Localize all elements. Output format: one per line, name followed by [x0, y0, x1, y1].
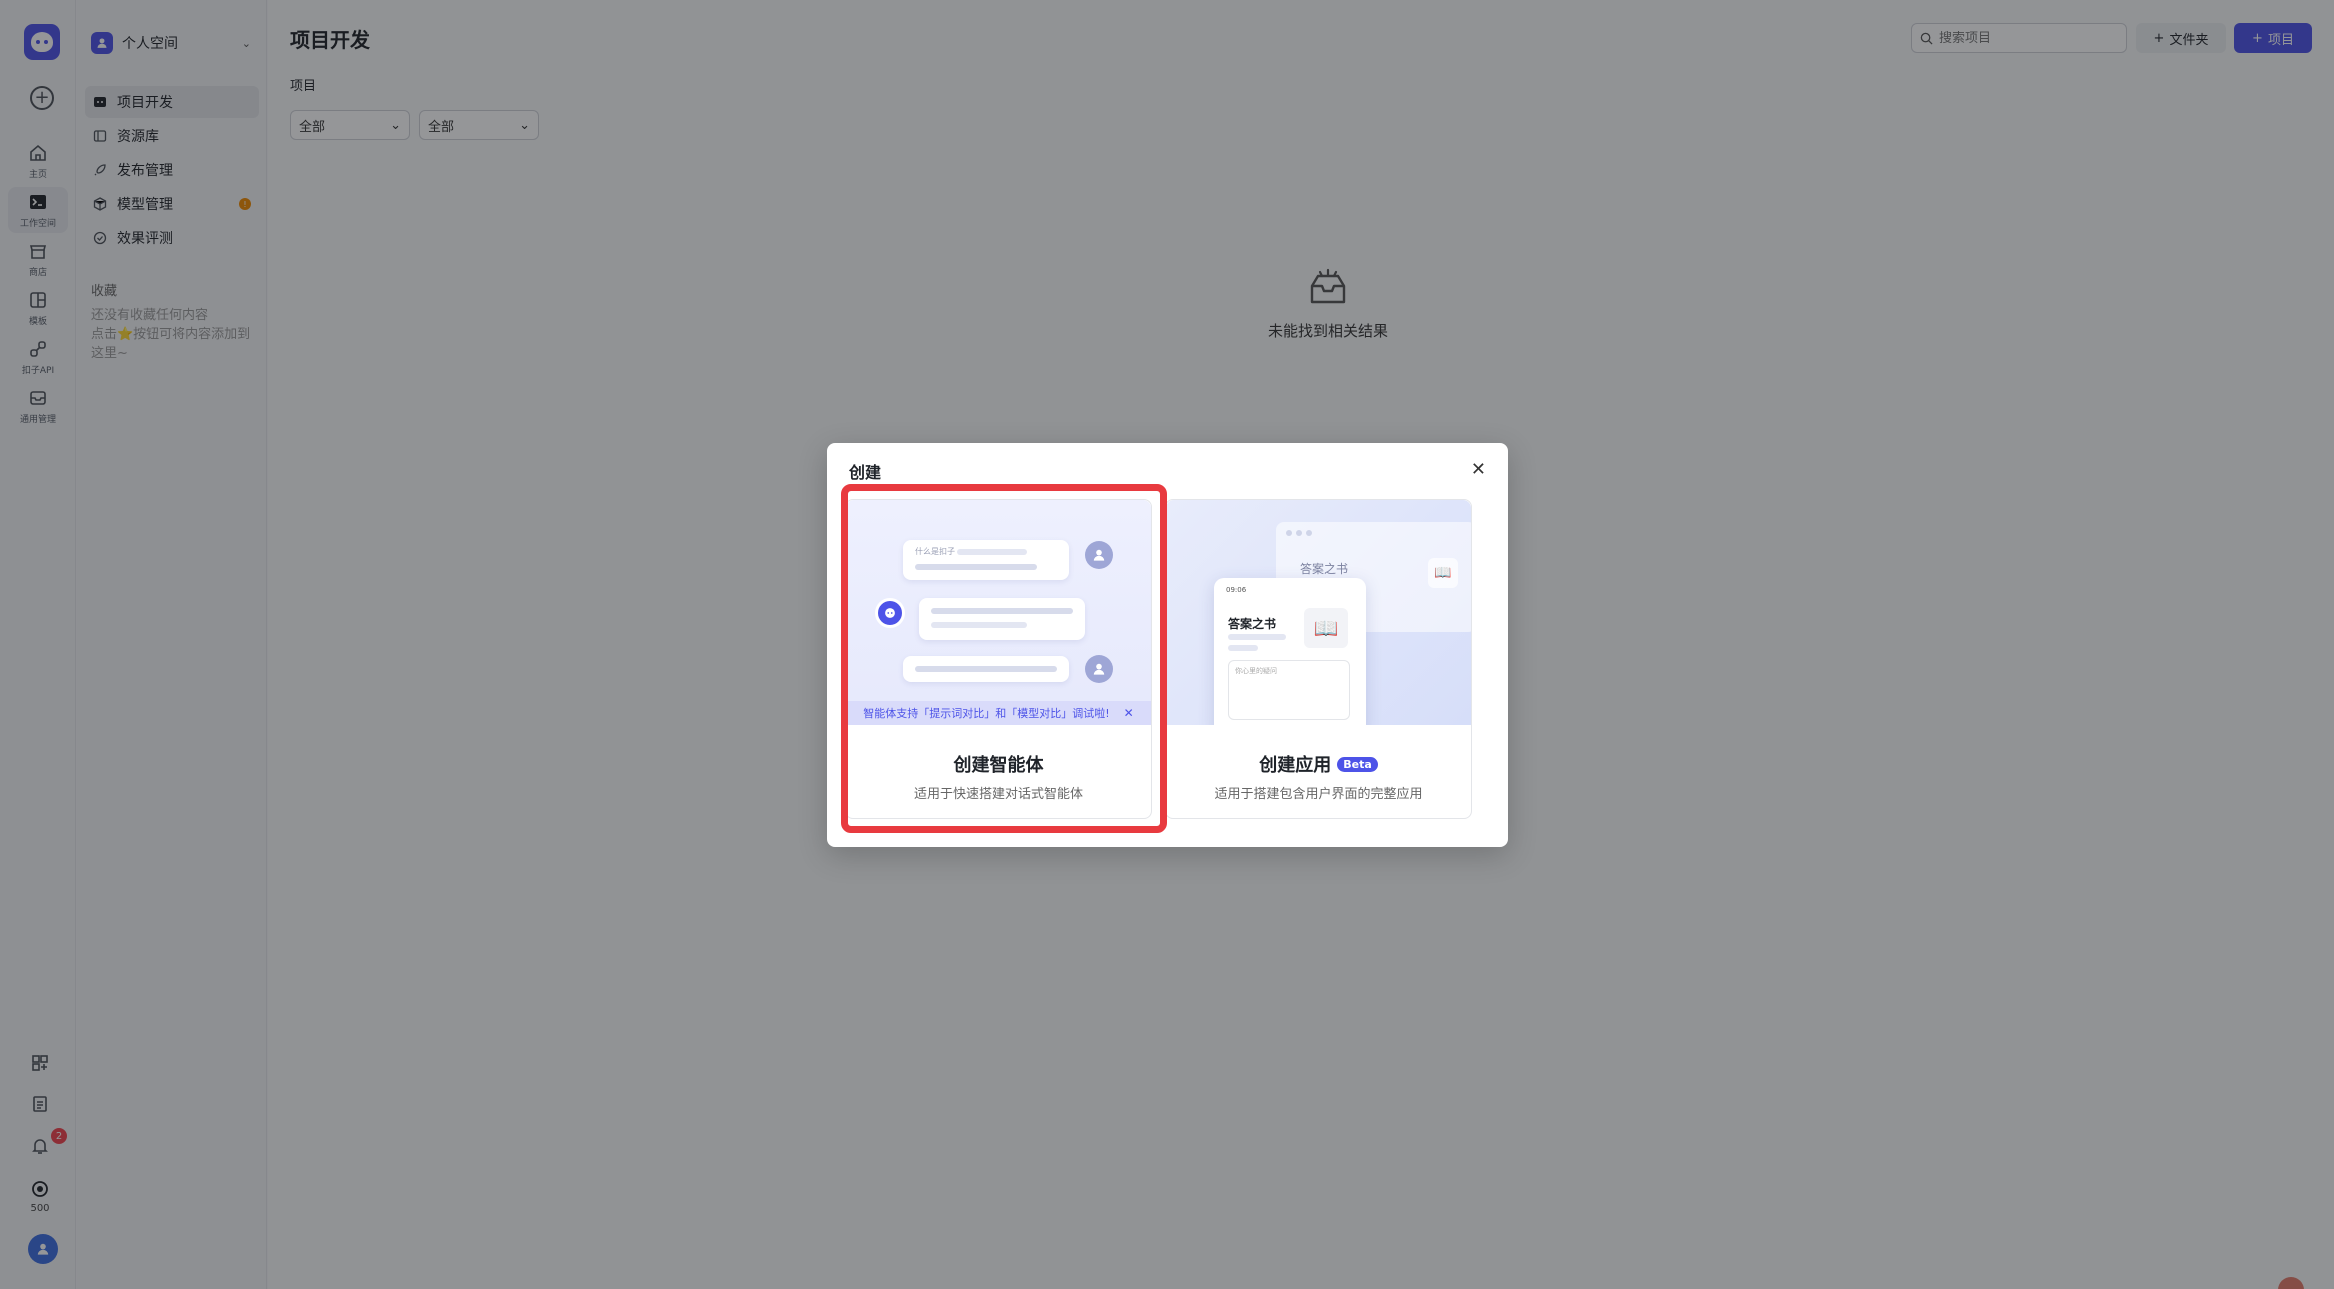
create-agent-card[interactable]: 什么是扣子 智能体支持「提示词对比」和「模型对比」调试啦! ✕ 创建智能体 适用…	[845, 499, 1152, 819]
agent-preview: 什么是扣子 智能体支持「提示词对比」和「模型对比」调试啦! ✕	[846, 500, 1151, 725]
chat-bubble	[919, 598, 1085, 640]
chat-bubble: 什么是扣子	[903, 540, 1069, 580]
card-title-text: 创建智能体	[953, 755, 1044, 776]
beta-badge: Beta	[1337, 756, 1378, 772]
chat-bubble	[903, 656, 1069, 682]
bubble-caption: 什么是扣子	[915, 547, 955, 556]
user-avatar-icon	[1085, 541, 1113, 569]
close-icon[interactable]: ✕	[1124, 706, 1134, 720]
app-preview: 答案之书 📖 09:06 答案之书 📖 你心里的疑问	[1166, 500, 1471, 725]
phone-title: 答案之书	[1228, 617, 1277, 631]
phone-status-time: 09:06	[1226, 586, 1247, 594]
window-title: 答案之书	[1300, 562, 1349, 576]
book-icon: 📖	[1428, 558, 1458, 588]
card-title-text: 创建应用	[1259, 755, 1332, 776]
create-app-card[interactable]: 答案之书 📖 09:06 答案之书 📖 你心里的疑问 创建应用 Beta 适用于…	[1165, 499, 1472, 819]
modal-title: 创建	[849, 463, 882, 482]
feature-notice-text: 智能体支持「提示词对比」和「模型对比」调试啦!	[863, 707, 1110, 720]
phone-input-hint: 你心里的疑问	[1235, 667, 1277, 675]
phone-input-mockup: 你心里的疑问	[1228, 660, 1350, 720]
bot-avatar-icon	[875, 598, 905, 628]
phone-mockup: 09:06 答案之书 📖 你心里的疑问	[1214, 578, 1366, 725]
card-description: 适用于快速搭建对话式智能体	[913, 787, 1083, 802]
user-avatar-icon	[1085, 655, 1113, 683]
feature-notice: 智能体支持「提示词对比」和「模型对比」调试啦! ✕	[846, 701, 1151, 725]
card-title: 创建智能体	[846, 751, 1151, 777]
create-modal: 创建 ✕ 什么是扣子 智能体支持「提示词对比」和「模型对比」调试啦! ✕ 创建智…	[827, 443, 1508, 847]
card-description: 适用于搭建包含用户界面的完整应用	[1214, 787, 1423, 802]
book-icon: 📖	[1304, 608, 1348, 648]
close-icon[interactable]: ✕	[1471, 461, 1486, 479]
card-title: 创建应用 Beta	[1166, 751, 1471, 777]
